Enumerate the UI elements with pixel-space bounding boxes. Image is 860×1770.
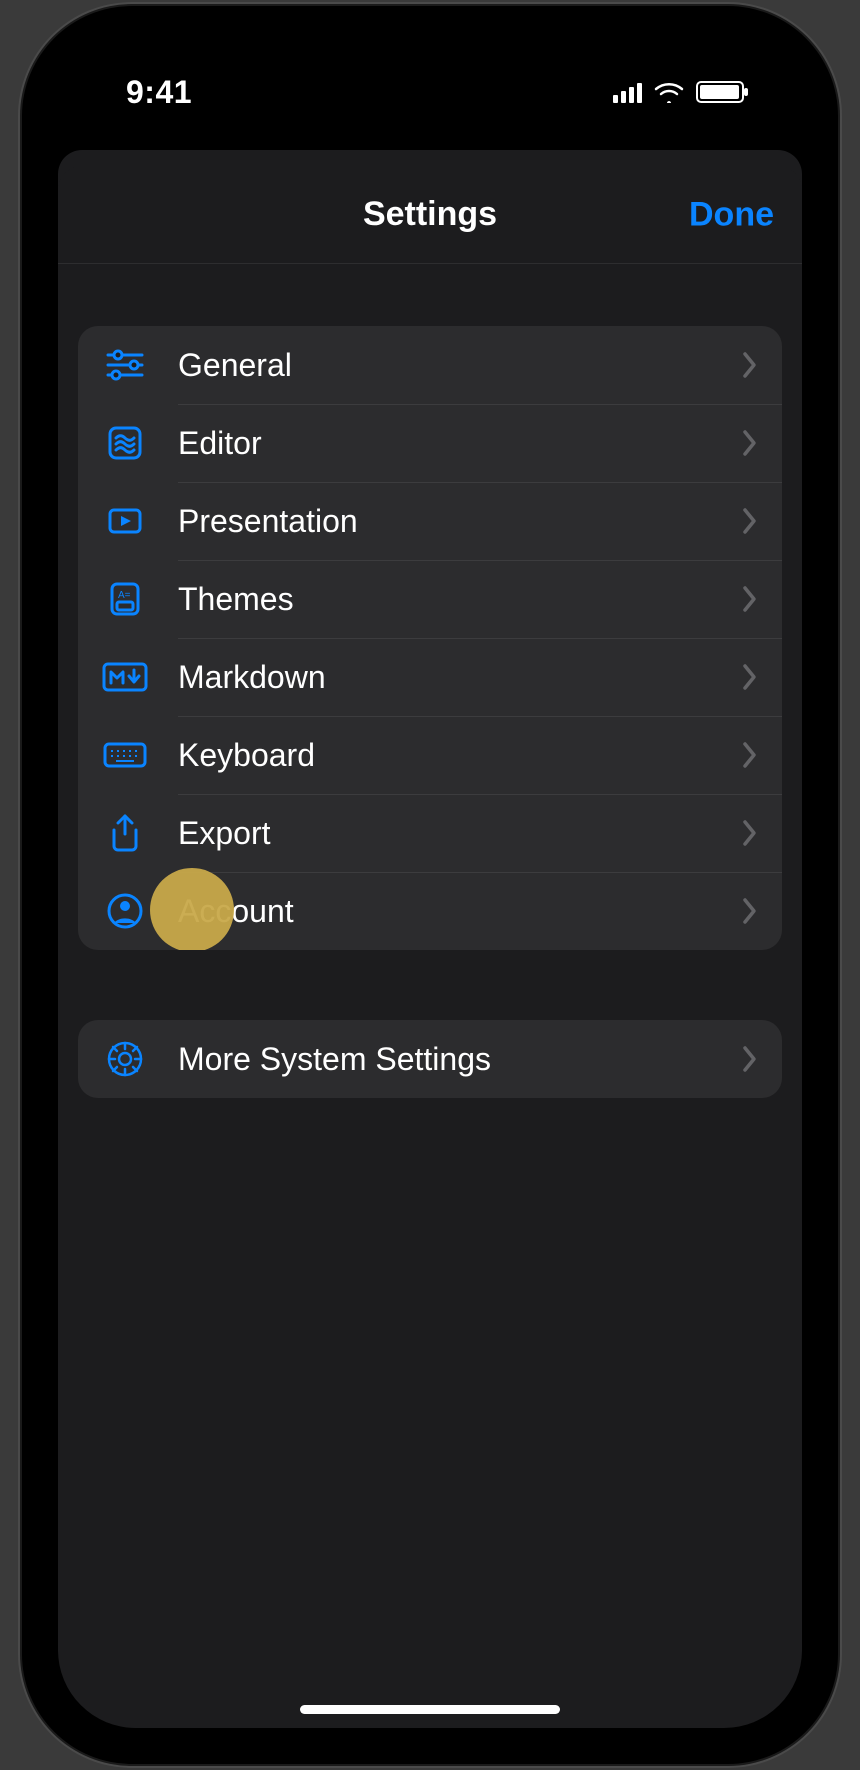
status-time: 9:41 bbox=[126, 74, 192, 111]
sliders-icon bbox=[102, 342, 148, 388]
settings-group-system: More System Settings bbox=[78, 1020, 782, 1098]
row-markdown[interactable]: Markdown bbox=[78, 638, 782, 716]
row-label: Export bbox=[178, 815, 742, 852]
row-label: Keyboard bbox=[178, 737, 742, 774]
cellular-icon bbox=[613, 81, 642, 103]
row-label: Presentation bbox=[178, 503, 742, 540]
chevron-right-icon bbox=[742, 507, 758, 535]
account-icon bbox=[102, 888, 148, 934]
row-themes[interactable]: A= Themes bbox=[78, 560, 782, 638]
row-account[interactable]: Account bbox=[78, 872, 782, 950]
keyboard-icon bbox=[102, 732, 148, 778]
nav-bar: Settings Done bbox=[58, 166, 802, 264]
row-label: Markdown bbox=[178, 659, 742, 696]
page-title: Settings bbox=[363, 195, 497, 234]
row-more-system-settings[interactable]: More System Settings bbox=[78, 1020, 782, 1098]
chevron-right-icon bbox=[742, 819, 758, 847]
wifi-icon bbox=[654, 81, 684, 103]
svg-text:A=: A= bbox=[118, 590, 131, 601]
done-button[interactable]: Done bbox=[689, 195, 774, 234]
row-keyboard[interactable]: Keyboard bbox=[78, 716, 782, 794]
home-indicator[interactable] bbox=[300, 1705, 560, 1714]
screen: 9:41 Settings Done bbox=[58, 42, 802, 1728]
settings-group-main: General bbox=[78, 326, 782, 950]
chevron-right-icon bbox=[742, 1045, 758, 1073]
chevron-right-icon bbox=[742, 351, 758, 379]
themes-icon: A= bbox=[102, 576, 148, 622]
row-general[interactable]: General bbox=[78, 326, 782, 404]
export-icon bbox=[102, 810, 148, 856]
status-icons bbox=[613, 81, 744, 103]
row-editor[interactable]: Editor bbox=[78, 404, 782, 482]
row-label: Editor bbox=[178, 425, 742, 462]
status-bar: 9:41 bbox=[58, 42, 802, 142]
chevron-right-icon bbox=[742, 585, 758, 613]
chevron-right-icon bbox=[742, 741, 758, 769]
chevron-right-icon bbox=[742, 897, 758, 925]
markdown-icon bbox=[102, 654, 148, 700]
editor-icon bbox=[102, 420, 148, 466]
chevron-right-icon bbox=[742, 429, 758, 457]
row-label: Themes bbox=[178, 581, 742, 618]
row-export[interactable]: Export bbox=[78, 794, 782, 872]
battery-icon bbox=[696, 81, 744, 103]
play-square-icon bbox=[102, 498, 148, 544]
chevron-right-icon bbox=[742, 663, 758, 691]
settings-sheet: Settings Done General bbox=[58, 166, 802, 1728]
row-label: Account bbox=[178, 893, 742, 930]
gear-icon bbox=[102, 1036, 148, 1082]
row-presentation[interactable]: Presentation bbox=[78, 482, 782, 560]
settings-content: General bbox=[58, 264, 802, 1728]
row-label: General bbox=[178, 347, 742, 384]
device-frame: 9:41 Settings Done bbox=[22, 6, 838, 1764]
row-label: More System Settings bbox=[178, 1041, 742, 1078]
